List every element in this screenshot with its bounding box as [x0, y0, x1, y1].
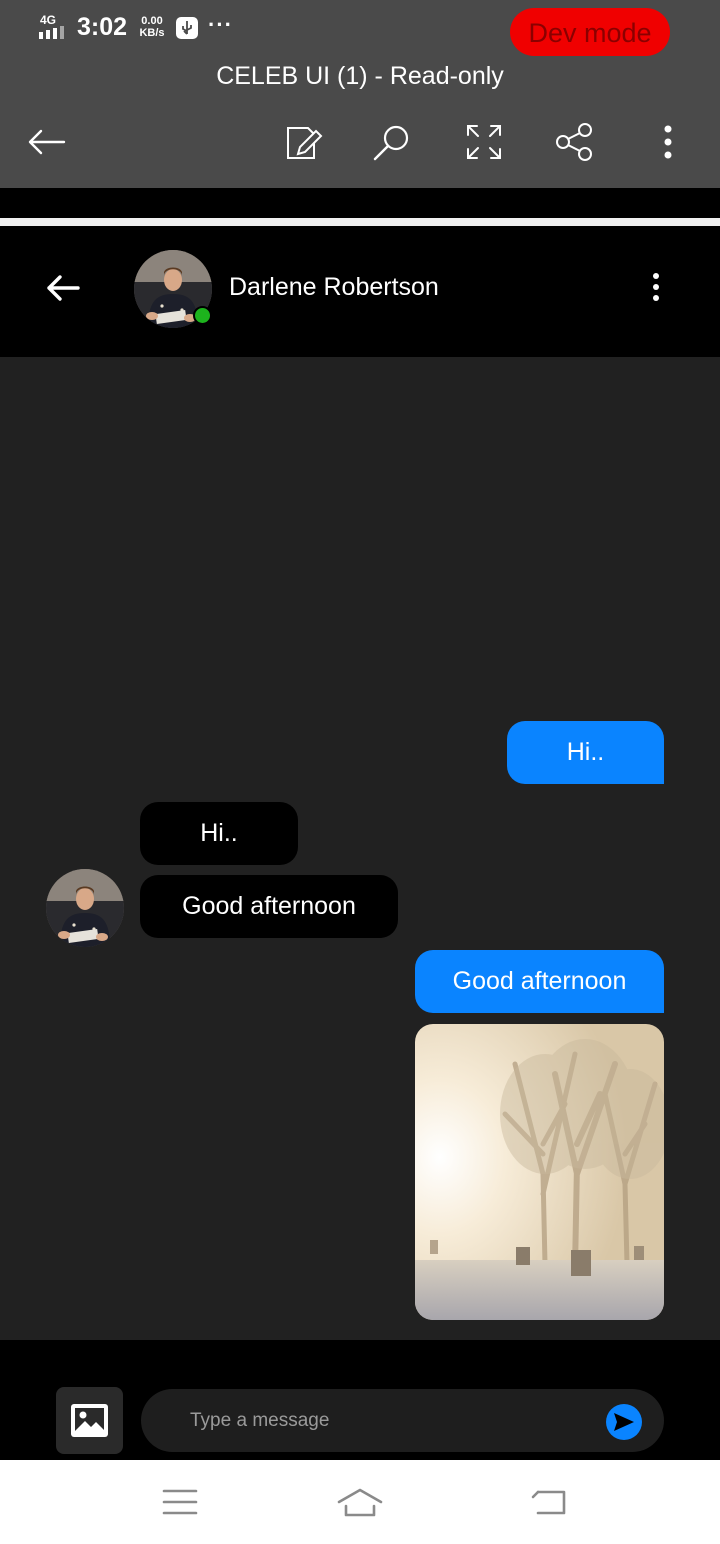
document-title: CELEB UI (1) - Read-only	[216, 62, 504, 90]
back-arrow-icon[interactable]	[40, 268, 86, 308]
share-icon[interactable]	[553, 120, 597, 164]
more-vertical-icon[interactable]	[640, 270, 672, 310]
network-speed: 0.00 KB/s	[136, 15, 168, 39]
message-input[interactable]	[141, 1389, 664, 1452]
dev-mode-badge[interactable]: Dev mode	[510, 8, 670, 56]
divider	[0, 188, 720, 218]
message-incoming[interactable]: Good afternoon	[140, 875, 398, 938]
fullscreen-icon[interactable]	[462, 120, 506, 164]
edit-icon[interactable]	[280, 120, 324, 164]
chat-messages[interactable]: Hi.. Hi.. Good afternoon Good afternoon	[0, 357, 720, 1340]
send-icon	[614, 1413, 634, 1431]
viewer-toolbar: CELEB UI (1) - Read-only	[0, 56, 720, 188]
signal-icon: 4G	[38, 13, 70, 41]
home-icon[interactable]	[336, 1482, 384, 1522]
foggy-trees-photo	[415, 1024, 664, 1320]
back-nav-icon[interactable]	[526, 1482, 574, 1522]
divider	[0, 218, 720, 226]
more-vertical-icon[interactable]	[646, 120, 690, 164]
online-status-indicator	[193, 306, 212, 325]
network-type: 4G	[40, 13, 57, 27]
send-button[interactable]	[606, 1404, 642, 1440]
status-overflow-icon: ···	[208, 12, 233, 37]
system-nav-bar	[0, 1460, 720, 1544]
image-icon	[71, 1404, 108, 1437]
contact-name[interactable]: Darlene Robertson	[229, 273, 439, 302]
menu-icon[interactable]	[156, 1482, 204, 1522]
usb-icon	[176, 17, 198, 39]
network-speed-unit: KB/s	[139, 27, 165, 39]
message-outgoing[interactable]: Hi..	[507, 721, 664, 784]
chat-header: Darlene Robertson	[0, 226, 720, 357]
message-outgoing[interactable]: Good afternoon	[415, 950, 664, 1013]
back-arrow-icon[interactable]	[24, 120, 68, 164]
status-bar: 4G 3:02 0.00 KB/s ··· Dev mode	[0, 0, 720, 56]
message-incoming[interactable]: Hi..	[140, 802, 298, 865]
clock: 3:02	[77, 13, 128, 41]
avatar[interactable]	[46, 869, 124, 947]
search-icon[interactable]	[370, 120, 414, 164]
attach-image-button[interactable]	[56, 1387, 123, 1454]
network-speed-value: 0.00	[141, 15, 163, 27]
message-composer	[0, 1340, 720, 1460]
message-image[interactable]	[415, 1024, 664, 1320]
